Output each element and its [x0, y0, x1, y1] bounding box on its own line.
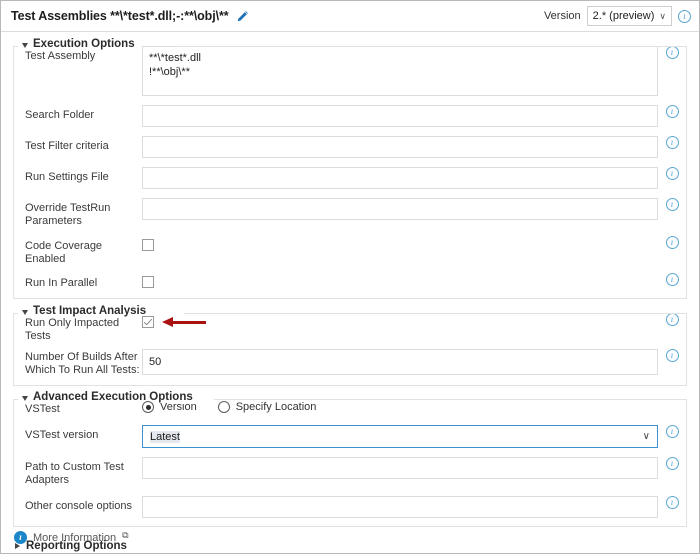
search-folder-input[interactable] [142, 105, 658, 127]
test-impact-analysis-title: Test Impact Analysis [33, 305, 147, 317]
code-coverage-enabled-info-icon[interactable]: ı [665, 236, 679, 249]
chevron-down-icon: ∨ [659, 10, 666, 21]
field-code-coverage-enabled: Code Coverage Enabled ı [14, 236, 686, 266]
test-assembly-info-icon[interactable]: ı [665, 46, 679, 59]
execution-options-title: Execution Options [33, 38, 135, 50]
test-impact-analysis-fieldset: Test Impact Analysis Run Only Impacted T… [13, 305, 687, 386]
chevron-down-icon [22, 309, 28, 315]
version-select-value: 2.* (preview) [592, 10, 655, 22]
vstest-version-dropdown[interactable]: Latest ∨ [142, 425, 658, 448]
vstest-version-value: Latest [150, 430, 180, 443]
path-to-custom-test-adapters-info-icon[interactable]: ı [665, 457, 679, 470]
pencil-icon[interactable] [236, 10, 249, 26]
search-folder-label: Search Folder [25, 109, 95, 121]
path-to-custom-test-adapters-input[interactable] [142, 457, 658, 479]
run-in-parallel-checkbox[interactable] [142, 276, 154, 288]
field-vstest-version: VSTest version Latest ∨ ı [14, 425, 686, 448]
run-settings-file-label: Run Settings File [25, 171, 109, 183]
code-coverage-enabled-label: Code Coverage Enabled [25, 240, 103, 265]
legend-rule [184, 313, 686, 314]
chevron-down-icon [22, 395, 28, 401]
vstest-radio-specify-location[interactable]: Specify Location [217, 401, 317, 413]
radio-selected-icon [142, 401, 154, 413]
path-to-custom-test-adapters-label: Path to Custom Test Adapters [25, 461, 124, 486]
run-only-impacted-tests-label: Run Only Impacted Tests [25, 317, 120, 342]
version-info-icon[interactable]: ı [678, 9, 691, 23]
external-link-icon: ⧉ [122, 530, 129, 540]
vstest-version-label: VSTest version [25, 429, 99, 441]
version-label: Version [543, 10, 581, 22]
red-arrow-annotation-icon [162, 316, 208, 328]
vstest-version-info-icon[interactable]: ı [665, 425, 679, 438]
panel-footer: ı More Information ⧉ [1, 530, 699, 544]
panel-header: Test Assemblies **\*test*.dll;-:**\obj\*… [1, 1, 699, 32]
chevron-down-icon [22, 42, 28, 48]
override-testrun-parameters-info-icon[interactable]: ı [665, 198, 679, 211]
page-title: Test Assemblies **\*test*.dll;-:**\obj\*… [11, 9, 229, 23]
advanced-execution-options-title: Advanced Execution Options [33, 391, 193, 403]
run-only-impacted-tests-checkbox[interactable] [142, 316, 154, 328]
test-impact-analysis-header[interactable]: Test Impact Analysis [20, 305, 153, 317]
run-in-parallel-info-icon[interactable]: ı [665, 273, 679, 286]
field-run-in-parallel: Run In Parallel ı [14, 273, 686, 290]
task-editor-panel: Test Assemblies **\*test*.dll;-:**\obj\*… [0, 0, 700, 554]
run-settings-file-input[interactable] [142, 167, 658, 189]
section-advanced-execution-options: Advanced Execution Options VSTest Versio… [13, 391, 687, 527]
field-test-filter-criteria: Test Filter criteria ı [14, 136, 686, 158]
info-icon: ı [14, 531, 27, 544]
test-assembly-input[interactable]: **\*test*.dll !**\obj\** [142, 46, 658, 96]
number-of-builds-input[interactable] [142, 349, 658, 375]
override-testrun-parameters-label: Override TestRun Parameters [25, 202, 111, 227]
field-path-to-custom-test-adapters: Path to Custom Test Adapters ı [14, 457, 686, 487]
header-version-area: Version 2.* (preview) ∨ ı [544, 6, 691, 26]
field-test-assembly: Test Assembly **\*test*.dll !**\obj\** ı [14, 46, 686, 96]
other-console-options-input[interactable] [142, 496, 658, 518]
execution-options-header[interactable]: Execution Options [20, 38, 141, 50]
run-only-impacted-tests-info-icon[interactable]: ı [665, 313, 679, 326]
legend-rule [214, 399, 686, 400]
field-override-testrun-parameters: Override TestRun Parameters ı [14, 198, 686, 228]
other-console-options-label: Other console options [25, 500, 133, 512]
vstest-radio-specify-location-label: Specify Location [235, 401, 317, 413]
override-testrun-parameters-input[interactable] [142, 198, 658, 220]
test-filter-criteria-label: Test Filter criteria [25, 140, 109, 152]
search-folder-info-icon[interactable]: ı [665, 105, 679, 118]
more-information-link[interactable]: More Information [33, 532, 116, 544]
section-test-impact-analysis: Test Impact Analysis Run Only Impacted T… [13, 305, 687, 386]
section-execution-options: Execution Options Test Assembly **\*test… [13, 38, 687, 299]
legend-rule [174, 46, 686, 47]
chevron-down-icon: ∨ [642, 430, 650, 442]
advanced-execution-options-fieldset: Advanced Execution Options VSTest Versio… [13, 391, 687, 527]
other-console-options-info-icon[interactable]: ı [665, 496, 679, 509]
field-number-of-builds: Number Of Builds After Which To Run All … [14, 349, 686, 377]
version-select[interactable]: 2.* (preview) ∨ [586, 6, 672, 26]
number-of-builds-info-icon[interactable]: ı [665, 349, 679, 362]
run-in-parallel-label: Run In Parallel [25, 277, 98, 289]
field-run-only-impacted-tests: Run Only Impacted Tests ı [14, 313, 686, 343]
number-of-builds-label: Number Of Builds After Which To Run All … [25, 351, 140, 376]
code-coverage-enabled-checkbox[interactable] [142, 239, 154, 251]
radio-unselected-icon [217, 401, 230, 413]
execution-options-fieldset: Execution Options Test Assembly **\*test… [13, 38, 687, 299]
test-filter-criteria-input[interactable] [142, 136, 658, 158]
field-other-console-options: Other console options ı [14, 496, 686, 518]
advanced-execution-options-header[interactable]: Advanced Execution Options [20, 391, 199, 403]
field-run-settings-file: Run Settings File ı [14, 167, 686, 189]
run-settings-file-info-icon[interactable]: ı [665, 167, 679, 180]
test-filter-criteria-info-icon[interactable]: ı [665, 136, 679, 149]
field-search-folder: Search Folder ı [14, 105, 686, 127]
